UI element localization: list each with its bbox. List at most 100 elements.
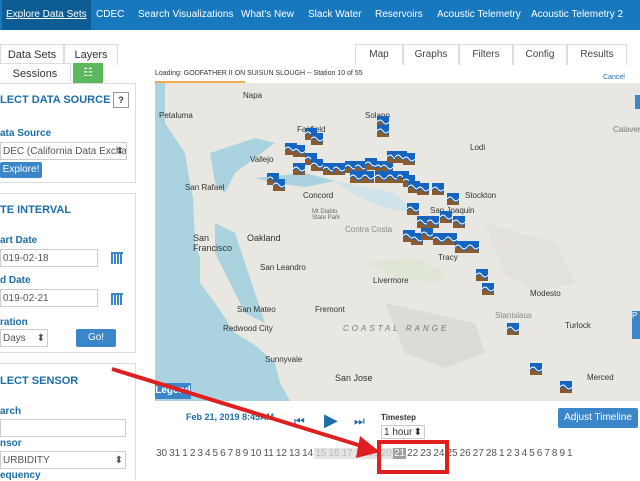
tab-cdec[interactable]: CDEC xyxy=(96,0,124,30)
station-marker[interactable] xyxy=(416,183,430,195)
timeline-day[interactable]: 22 xyxy=(406,448,419,459)
timeline-day[interactable]: 8 xyxy=(234,448,242,459)
search-input[interactable] xyxy=(0,419,126,437)
station-marker[interactable] xyxy=(361,171,375,183)
timeline-days[interactable]: 30 31 1 2 3 4 5 6 7 8 9 10 11 12 13 14 15 16 17 18 19 20 21 22 2… xyxy=(155,448,640,464)
timeline-day[interactable]: 1 xyxy=(566,448,574,459)
timeline-day[interactable]: 3 xyxy=(196,448,204,459)
station-marker[interactable] xyxy=(272,179,286,191)
timeline-day[interactable]: 26 xyxy=(459,448,472,459)
timeline-day[interactable]: 4 xyxy=(204,448,212,459)
timeline-day[interactable]: 6 xyxy=(219,448,227,459)
tab-search-visualizations[interactable]: Search Visualizations xyxy=(138,0,233,30)
station-marker[interactable] xyxy=(439,211,453,223)
station-marker[interactable] xyxy=(431,183,445,195)
timeline-day[interactable]: 11 xyxy=(262,448,274,459)
timeline-day[interactable]: 9 xyxy=(558,448,566,459)
timeline-day[interactable]: 21 xyxy=(392,448,407,459)
tab-whats-new[interactable]: What's New xyxy=(241,0,294,30)
station-marker[interactable] xyxy=(466,241,480,253)
tab-results[interactable]: Results xyxy=(567,44,627,65)
station-marker[interactable] xyxy=(529,363,543,375)
tab-sessions[interactable]: Sessions xyxy=(0,63,71,84)
timeline-day[interactable]: 2 xyxy=(506,448,514,459)
timeline-day[interactable]: 4 xyxy=(521,448,529,459)
timeline-day[interactable]: 23 xyxy=(419,448,432,459)
station-marker[interactable] xyxy=(349,171,363,183)
tab-acoustic-telemetry[interactable]: Acoustic Telemetry xyxy=(437,0,521,30)
timeline-day[interactable]: 20 xyxy=(379,448,393,459)
timeline-day[interactable]: 17 xyxy=(340,448,354,459)
sensor-select[interactable]: URBIDITY ⬍ xyxy=(0,451,126,469)
station-marker[interactable] xyxy=(475,269,489,281)
play-button[interactable]: ▶ xyxy=(324,410,338,431)
timeline-day[interactable]: 2 xyxy=(189,448,197,459)
station-marker[interactable] xyxy=(292,163,306,175)
timeline-day[interactable]: 25 xyxy=(445,448,458,459)
station-marker[interactable] xyxy=(420,228,434,240)
station-marker[interactable] xyxy=(452,216,466,228)
tab-map[interactable]: Map xyxy=(355,44,403,65)
step-back-button[interactable]: ⏮ xyxy=(294,414,305,429)
start-date-input[interactable]: 019-02-18 xyxy=(0,249,98,267)
map-side-handle[interactable] xyxy=(635,95,640,109)
tab-graphs[interactable]: Graphs xyxy=(403,44,459,65)
timeline-day[interactable]: 15 xyxy=(314,448,328,459)
timeline-day[interactable]: 19 xyxy=(366,448,380,459)
station-marker[interactable] xyxy=(402,153,416,165)
station-marker[interactable] xyxy=(332,163,346,175)
calendar-icon[interactable] xyxy=(111,293,123,305)
station-marker[interactable] xyxy=(481,283,495,295)
map-legend-button[interactable]: Legend xyxy=(155,383,191,399)
calendar-icon[interactable] xyxy=(111,252,123,264)
timeline-day[interactable]: 24 xyxy=(432,448,445,459)
help-button[interactable]: ? xyxy=(113,92,129,108)
tab-explore-data-sets[interactable]: Explore Data Sets xyxy=(2,0,91,30)
timeline-day[interactable]: 6 xyxy=(536,448,544,459)
end-date-input[interactable]: 019-02-21 xyxy=(0,289,98,307)
timeline-day[interactable]: 5 xyxy=(528,448,536,459)
step-forward-button[interactable]: ⏭ xyxy=(354,414,365,429)
station-marker[interactable] xyxy=(374,171,388,183)
timeline-day[interactable]: 8 xyxy=(551,448,559,459)
go-button[interactable]: Go! xyxy=(76,329,116,347)
timeline-day[interactable]: 3 xyxy=(513,448,521,459)
map[interactable]: Napa Petaluma Fairfield Solano Vallejo L… xyxy=(155,83,640,401)
cancel-link[interactable]: Cancel xyxy=(603,74,625,81)
timeline-day[interactable]: 7 xyxy=(543,448,551,459)
timeline-day[interactable]: 10 xyxy=(249,448,262,459)
timeline-day[interactable]: 18 xyxy=(353,448,367,459)
timeline-day[interactable]: 16 xyxy=(327,448,341,459)
station-marker[interactable] xyxy=(454,241,468,253)
sliders-button[interactable]: ☷ xyxy=(73,63,103,83)
timeline-day[interactable]: 7 xyxy=(227,448,235,459)
station-marker[interactable] xyxy=(310,159,324,171)
tab-layers[interactable]: Layers xyxy=(64,44,118,65)
explore-button[interactable]: Explore! xyxy=(0,162,42,178)
tab-slack-water[interactable]: Slack Water xyxy=(308,0,362,30)
timestep-select[interactable]: 1 hour ⬍ xyxy=(381,425,425,439)
tab-filters[interactable]: Filters xyxy=(459,44,513,65)
timeline-day[interactable]: 30 xyxy=(155,448,168,459)
timeline-day[interactable]: 28 xyxy=(485,448,498,459)
station-marker[interactable] xyxy=(376,125,390,137)
timeline-day[interactable]: 12 xyxy=(275,448,288,459)
timeline-day[interactable]: 1 xyxy=(498,448,506,459)
data-source-select[interactable]: DEC (California Data Exchange ⬍ xyxy=(0,142,127,160)
station-marker[interactable] xyxy=(506,323,520,335)
station-marker[interactable] xyxy=(310,133,324,145)
station-marker[interactable] xyxy=(292,145,306,157)
tab-data-sets[interactable]: Data Sets xyxy=(0,44,64,65)
tab-reservoirs[interactable]: Reservoirs xyxy=(375,0,423,30)
adjust-timeline-button[interactable]: Adjust Timeline xyxy=(558,408,638,428)
map-side-handle[interactable]: P xyxy=(632,311,640,339)
station-marker[interactable] xyxy=(559,381,573,393)
timeline-day[interactable]: 14 xyxy=(301,448,314,459)
timeline-day[interactable]: 1 xyxy=(181,448,189,459)
station-marker[interactable] xyxy=(432,233,446,245)
tab-acoustic-telemetry-2[interactable]: Acoustic Telemetry 2 xyxy=(531,0,623,30)
timeline-day[interactable]: 31 xyxy=(168,448,181,459)
timeline-day[interactable]: 5 xyxy=(212,448,220,459)
duration-select[interactable]: Days ⬍ xyxy=(0,329,48,347)
station-marker[interactable] xyxy=(446,193,460,205)
